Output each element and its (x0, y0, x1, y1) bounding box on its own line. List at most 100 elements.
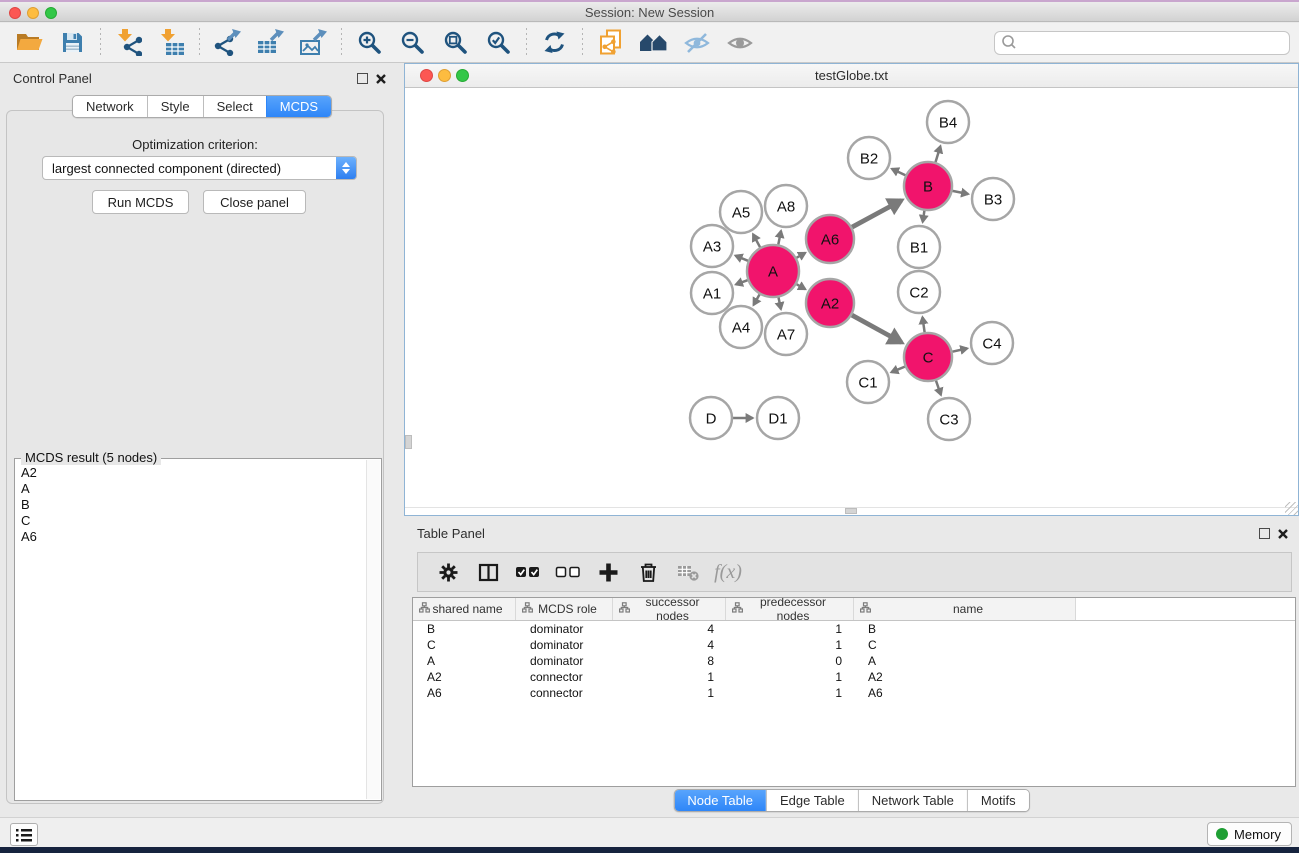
network-horizontal-scroll-thumb[interactable] (845, 508, 857, 514)
edge-B-B3[interactable] (953, 191, 969, 194)
import-table-icon[interactable] (150, 26, 193, 60)
column-header-successor-nodes[interactable]: successor nodes (613, 598, 726, 620)
edge-B-B4[interactable] (936, 146, 941, 162)
cell-MCDS-role: connector (516, 685, 613, 701)
table-settings-icon[interactable] (430, 556, 466, 588)
select-all-icon[interactable] (510, 556, 546, 588)
edge-A6-B[interactable] (852, 200, 901, 227)
table-body: Bdominator41BCdominator41CAdominator80AA… (413, 621, 1295, 701)
mcds-result-item[interactable]: A2 (17, 465, 365, 481)
edge-A-A6[interactable] (797, 253, 806, 258)
delete-entry-icon[interactable] (630, 556, 666, 588)
export-network-icon[interactable] (206, 26, 249, 60)
toolbar-separator (199, 28, 200, 58)
refresh-layout-icon[interactable] (533, 26, 576, 60)
close-panel-icon[interactable] (375, 73, 387, 85)
edge-A-A7[interactable] (779, 297, 781, 309)
table-tab-edge-table[interactable]: Edge Table (766, 790, 858, 811)
edge-A-A5[interactable] (753, 234, 760, 247)
table-row[interactable]: A6connector11A6 (413, 685, 1295, 701)
function-builder-icon[interactable]: f(x) (710, 556, 746, 588)
memory-status-icon (1216, 828, 1228, 840)
edge-B-B2[interactable] (892, 169, 906, 175)
table-float-panel-icon[interactable] (1259, 528, 1270, 539)
new-network-from-selection-icon[interactable] (589, 26, 632, 60)
mcds-result-list: A2ABCA6 (17, 465, 365, 798)
import-network-icon[interactable] (107, 26, 150, 60)
edge-A-A3[interactable] (736, 256, 749, 261)
column-header-predecessor-nodes[interactable]: predecessor nodes (726, 598, 854, 620)
tree-icon (860, 602, 871, 616)
table-tab-node-table[interactable]: Node Table (674, 790, 766, 811)
edge-A2-C[interactable] (852, 315, 902, 342)
add-entry-icon[interactable] (590, 556, 626, 588)
edge-C-C1[interactable] (891, 367, 905, 373)
status-bar: Memory (0, 817, 1299, 847)
mcds-result-item[interactable]: B (17, 497, 365, 513)
table-tab-motifs[interactable]: Motifs (967, 790, 1029, 811)
task-history-button[interactable] (10, 823, 38, 846)
hide-selected-icon[interactable] (675, 26, 718, 60)
cell-predecessor-nodes: 1 (726, 669, 854, 685)
tab-style[interactable]: Style (147, 96, 203, 117)
edge-C-C4[interactable] (952, 348, 967, 351)
show-all-icon[interactable] (718, 26, 761, 60)
tab-network[interactable]: Network (73, 96, 147, 117)
deselect-all-icon[interactable] (550, 556, 586, 588)
zoom-fit-icon[interactable] (434, 26, 477, 60)
mcds-result-item[interactable]: C (17, 513, 365, 529)
column-header-MCDS-role[interactable]: MCDS role (516, 598, 613, 620)
column-label: MCDS role (533, 602, 612, 616)
network-vertical-scroll-thumb[interactable] (405, 435, 412, 449)
column-header-shared-name[interactable]: shared name (413, 598, 516, 620)
edge-A-A1[interactable] (736, 280, 748, 284)
edge-B-B1[interactable] (923, 211, 925, 222)
desktop-edge (0, 847, 1299, 853)
edge-C-C3[interactable] (936, 381, 941, 395)
table-row[interactable]: Bdominator41B (413, 621, 1295, 637)
close-panel-button[interactable]: Close panel (203, 190, 306, 214)
export-table-icon[interactable] (249, 26, 292, 60)
table-row[interactable]: A2connector11A2 (413, 669, 1295, 685)
run-mcds-button[interactable]: Run MCDS (92, 190, 189, 214)
result-scrollbar[interactable] (366, 460, 380, 799)
search-field[interactable] (994, 31, 1290, 55)
open-session-icon[interactable] (8, 26, 51, 60)
column-header-name[interactable]: name (854, 598, 1076, 620)
mcds-result-box: MCDS result (5 nodes) A2ABCA6 (14, 458, 382, 801)
edge-A-A4[interactable] (754, 294, 760, 305)
cell-name: B (854, 621, 1076, 637)
save-session-icon[interactable] (51, 26, 94, 60)
criterion-select[interactable]: largest connected component (directed) (42, 156, 357, 180)
table-row[interactable]: Cdominator41C (413, 637, 1295, 653)
mcds-result-item[interactable]: A (17, 481, 365, 497)
edge-A-A8[interactable] (778, 231, 781, 245)
zoom-out-icon[interactable] (391, 26, 434, 60)
table-tab-network-table[interactable]: Network Table (858, 790, 967, 811)
search-icon (1001, 34, 1017, 53)
network-horizontal-scrollbar[interactable] (405, 507, 1298, 515)
home-icon[interactable] (632, 26, 675, 60)
tab-mcds[interactable]: MCDS (266, 96, 331, 117)
cell-predecessor-nodes: 1 (726, 685, 854, 701)
main-toolbar (0, 23, 1299, 63)
zoom-in-icon[interactable] (348, 26, 391, 60)
toggle-columns-icon[interactable] (470, 556, 506, 588)
table-row[interactable]: Adominator80A (413, 653, 1295, 669)
delete-table-icon[interactable] (670, 556, 706, 588)
mcds-result-item[interactable]: A6 (17, 529, 365, 545)
window-resize-grip[interactable] (1285, 502, 1298, 515)
memory-button[interactable]: Memory (1207, 822, 1292, 846)
table-close-panel-icon[interactable] (1277, 528, 1289, 540)
edge-C-C2[interactable] (923, 317, 925, 332)
edge-A-A2[interactable] (797, 284, 806, 289)
search-input[interactable] (1017, 33, 1289, 53)
float-panel-icon[interactable] (357, 73, 368, 84)
column-label: shared name (430, 602, 515, 616)
control-panel-title: Control Panel (13, 71, 92, 86)
export-image-icon[interactable] (292, 26, 335, 60)
tab-select[interactable]: Select (203, 96, 266, 117)
zoom-selected-icon[interactable] (477, 26, 520, 60)
network-graph-canvas[interactable]: B4B2BB3A5A8A6A3B1AA1C2A2A4A7C4CC1C3DD1 (405, 88, 1298, 515)
column-label: successor nodes (630, 597, 725, 623)
